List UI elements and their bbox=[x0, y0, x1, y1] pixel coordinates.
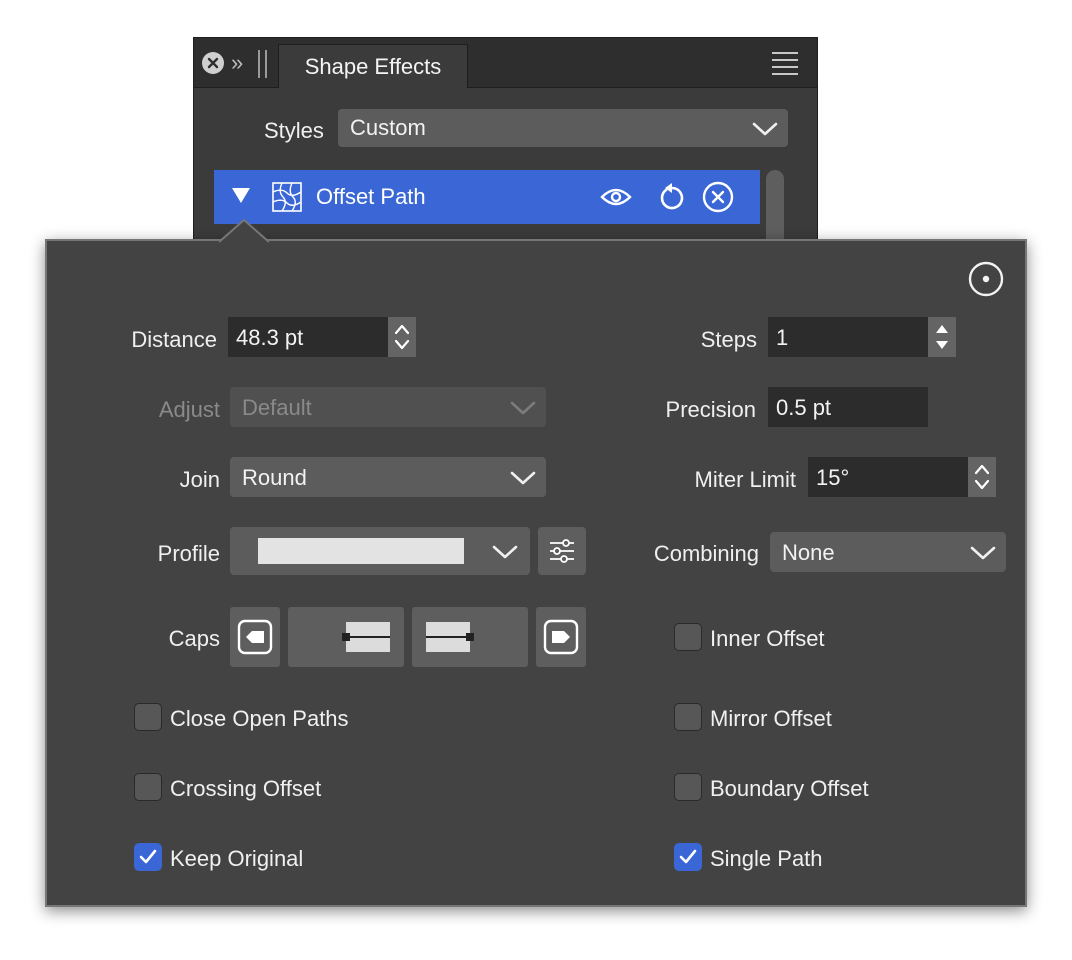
up-down-chevron-icon bbox=[974, 464, 990, 490]
styles-dropdown[interactable]: Custom bbox=[338, 109, 788, 147]
chevron-down-icon bbox=[510, 401, 536, 415]
eye-icon[interactable] bbox=[600, 184, 632, 210]
inner-offset-label: Inner Offset bbox=[710, 626, 825, 651]
precision-value: 0.5 pt bbox=[776, 395, 832, 420]
boundary-offset-label: Boundary Offset bbox=[710, 776, 869, 801]
miter-limit-label: Miter Limit bbox=[694, 467, 796, 492]
cap-start-style-button[interactable] bbox=[288, 607, 404, 667]
steps-stepper[interactable] bbox=[928, 317, 956, 357]
join-dropdown[interactable]: Round bbox=[230, 457, 546, 497]
profile-dropdown[interactable] bbox=[230, 527, 530, 575]
sliders-icon bbox=[550, 539, 574, 563]
steps-field[interactable]: 1 bbox=[768, 317, 928, 357]
butt-cap-start-icon bbox=[342, 622, 390, 652]
collapse-panel-icon[interactable]: » bbox=[231, 50, 243, 76]
close-open-paths-checkbox[interactable] bbox=[134, 703, 162, 731]
precision-field[interactable]: 0.5 pt bbox=[768, 387, 928, 427]
checkmark-icon bbox=[679, 849, 697, 864]
butt-cap-end-icon bbox=[426, 622, 474, 652]
tab-shape-effects[interactable]: Shape Effects bbox=[278, 44, 468, 88]
chevron-down-icon bbox=[510, 471, 536, 485]
crossing-offset-checkbox[interactable] bbox=[134, 773, 162, 801]
profile-settings-button[interactable] bbox=[538, 527, 586, 575]
profile-label: Profile bbox=[157, 541, 220, 566]
keep-original-checkbox[interactable] bbox=[134, 843, 162, 871]
distance-value: 48.3 pt bbox=[236, 325, 304, 350]
remove-effect-icon[interactable] bbox=[702, 181, 734, 213]
close-open-paths-label: Close Open Paths bbox=[170, 706, 349, 731]
crossing-offset-label: Crossing Offset bbox=[170, 776, 322, 801]
chevron-down-icon bbox=[752, 122, 778, 136]
cap-start-icon bbox=[237, 619, 273, 655]
adjust-label: Adjust bbox=[158, 397, 220, 422]
join-label: Join bbox=[179, 467, 220, 492]
up-down-chevron-icon bbox=[394, 324, 410, 350]
disclosure-triangle-icon[interactable] bbox=[232, 188, 250, 203]
chevron-down-icon bbox=[970, 546, 996, 560]
join-value: Round bbox=[242, 465, 307, 490]
panel-header: » Shape Effects bbox=[194, 38, 817, 88]
popover-pointer bbox=[219, 218, 269, 243]
boundary-offset-checkbox[interactable] bbox=[674, 773, 702, 801]
shape-effects-panel: » Shape Effects Styles Custom Offset Pat… bbox=[193, 37, 818, 267]
styles-label: Styles bbox=[264, 118, 324, 143]
combining-value: None bbox=[782, 540, 835, 565]
distance-stepper[interactable] bbox=[388, 317, 416, 357]
distance-label: Distance bbox=[131, 327, 217, 352]
adjust-dropdown[interactable]: Default bbox=[230, 387, 546, 427]
close-panel-icon[interactable] bbox=[202, 52, 224, 74]
effect-row-offset-path[interactable]: Offset Path bbox=[214, 170, 760, 224]
distance-field[interactable]: 48.3 pt bbox=[228, 317, 388, 357]
steps-value: 1 bbox=[776, 325, 789, 350]
chevron-down-icon bbox=[492, 545, 518, 559]
caps-label: Caps bbox=[168, 626, 220, 651]
target-icon[interactable] bbox=[967, 260, 1005, 298]
checkmark-icon bbox=[139, 849, 157, 864]
cap-end-style-button[interactable] bbox=[412, 607, 528, 667]
offset-path-icon bbox=[272, 182, 302, 212]
cap-start-button[interactable] bbox=[230, 607, 280, 667]
up-down-triangle-icon bbox=[936, 325, 948, 349]
drag-handle-icon[interactable] bbox=[258, 50, 268, 78]
profile-preview bbox=[258, 538, 464, 564]
inner-offset-checkbox[interactable] bbox=[674, 623, 702, 651]
cap-end-icon bbox=[543, 619, 579, 655]
keep-original-label: Keep Original bbox=[170, 846, 304, 871]
offset-path-popover: Distance 48.3 pt Steps 1 Adjust Default … bbox=[45, 239, 1027, 907]
steps-label: Steps bbox=[700, 327, 757, 352]
reset-icon[interactable] bbox=[656, 182, 686, 212]
combining-label: Combining bbox=[653, 541, 759, 566]
combining-dropdown[interactable]: None bbox=[770, 532, 1006, 572]
miter-limit-stepper[interactable] bbox=[968, 457, 996, 497]
effect-name: Offset Path bbox=[316, 184, 426, 209]
adjust-value: Default bbox=[242, 395, 312, 420]
mirror-offset-label: Mirror Offset bbox=[710, 706, 832, 731]
panel-menu-icon[interactable] bbox=[772, 52, 798, 76]
single-path-checkbox[interactable] bbox=[674, 843, 702, 871]
single-path-label: Single Path bbox=[710, 846, 823, 871]
precision-label: Precision bbox=[665, 397, 756, 422]
miter-limit-field[interactable]: 15° bbox=[808, 457, 968, 497]
cap-end-button[interactable] bbox=[536, 607, 586, 667]
styles-value: Custom bbox=[350, 115, 426, 140]
mirror-offset-checkbox[interactable] bbox=[674, 703, 702, 731]
miter-limit-value: 15° bbox=[816, 465, 850, 490]
